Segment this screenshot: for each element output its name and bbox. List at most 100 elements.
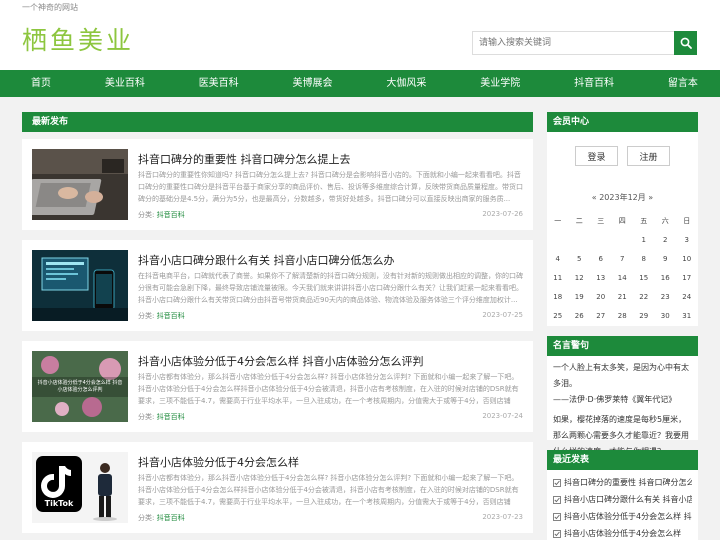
main-content: 最新发布 抖音口碑分的重要性 抖音口碑分怎么提上去 抖音口碑分的重要性你知道吗?…: [22, 112, 533, 533]
category-label: 分类:: [138, 312, 155, 320]
post-date: 2023-07-24: [482, 412, 523, 420]
recent-post-link[interactable]: 抖音小店口碑分跟什么有关 抖音小店口碑分低怎么办: [553, 491, 692, 508]
search-box: [472, 31, 697, 55]
search-button[interactable]: [674, 31, 697, 55]
post-item[interactable]: 抖音口碑分的重要性 抖音口碑分怎么提上去 抖音口碑分的重要性你知道吗? 抖音口碑…: [22, 139, 533, 230]
calendar-weekday: 日: [683, 217, 691, 225]
recent-post-title: 抖音小店体验分低于4分会怎么样: [564, 529, 682, 538]
post-excerpt: 在抖音电商平台，口碑就代表了商誉。如果你不了解清楚新的抖音口碑分规则，没有针对新…: [138, 272, 523, 304]
nav-beauty-wiki[interactable]: 美业百科: [105, 70, 145, 97]
calendar-day: 2: [663, 236, 668, 244]
checkbox-icon: [553, 529, 561, 538]
category-label: 分类:: [138, 514, 155, 522]
post-category-link[interactable]: 抖音百科: [157, 312, 185, 320]
calendar-day: 24: [682, 293, 692, 301]
recent-posts-heading: 最近发表: [547, 450, 698, 470]
post-title[interactable]: 抖音小店体验分低于4分会怎么样: [138, 454, 299, 470]
nav-douyin-wiki[interactable]: 抖音百科: [574, 70, 614, 97]
calendar-day: 10: [682, 255, 692, 263]
post-item[interactable]: 抖音小店口碑分跟什么有关 抖音小店口碑分低怎么办 在抖音电商平台，口碑就代表了商…: [22, 240, 533, 331]
post-meta: 分类: 抖音百科 2023-07-25: [138, 311, 523, 321]
calendar-weekday: 五: [640, 217, 648, 225]
post-excerpt: 抖音小店都有体验分，那么抖音小店体验分低于4分会怎么样? 抖音小店体验分怎么评判…: [138, 474, 519, 506]
post-title[interactable]: 抖音口碑分的重要性 抖音口碑分怎么提上去: [138, 151, 351, 167]
post-thumbnail-tiktok[interactable]: TikTok: [32, 452, 128, 523]
post-meta: 分类: 抖音百科 2023-07-26: [138, 210, 523, 220]
calendar-day: [612, 231, 634, 250]
post-thumbnail-monitor[interactable]: [32, 250, 128, 321]
post-meta: 分类: 抖音百科 2023-07-24: [138, 412, 523, 422]
post-thumbnail-laptop[interactable]: [32, 149, 128, 220]
nav-experts[interactable]: 大伽风采: [386, 70, 426, 97]
recent-post-link[interactable]: 抖音口碑分的重要性 抖音口碑分怎么提上去: [553, 474, 692, 491]
calendar-day: 6: [598, 255, 603, 263]
calendar-day: 15: [639, 274, 649, 282]
nav-medical-beauty-wiki[interactable]: 医美百科: [199, 70, 239, 97]
calendar-weekday: 二: [575, 217, 583, 225]
nav-guestbook[interactable]: 留言本: [668, 70, 698, 97]
recent-post-title: 抖音小店体验分低于4分会怎么样 抖音小店体验分怎么评判: [564, 512, 692, 521]
member-center-panel: 会员中心 登录 注册 « 2023年12月 » 一 二 三 四 五 六 日 1 …: [547, 112, 698, 326]
calendar-day: 22: [639, 293, 649, 301]
recent-post-title: 抖音小店口碑分跟什么有关 抖音小店口碑分低怎么办: [564, 495, 692, 504]
calendar-day: 20: [596, 293, 606, 301]
post-category-link[interactable]: 抖音百科: [157, 211, 185, 219]
calendar-day: 17: [682, 274, 692, 282]
register-button[interactable]: 注册: [627, 146, 670, 166]
calendar-day: 30: [660, 312, 670, 320]
post-title[interactable]: 抖音小店体验分低于4分会怎么样 抖音小店体验分怎么评判: [138, 353, 424, 369]
calendar-day: 1: [641, 236, 646, 244]
nav-beauty-expo[interactable]: 美博展会: [293, 70, 333, 97]
site-header: 栖鱼美业: [0, 14, 720, 70]
main-nav: 首页 美业百科 医美百科 美博展会 大伽风采 美业学院 抖音百科 留言本: [0, 70, 720, 97]
post-meta: 分类: 抖音百科 2023-07-23: [138, 513, 523, 523]
calendar-day: 23: [660, 293, 670, 301]
quotes-panel: 名言警句 一个人脸上有太多笑，是因为心中有太多泪。 ——法伊·D·佛罗莱特《翼年…: [547, 336, 698, 472]
calendar-month-title[interactable]: « 2023年12月 »: [547, 192, 698, 203]
latest-posts-heading: 最新发布: [22, 112, 533, 132]
calendar-day: 13: [596, 274, 606, 282]
post-title[interactable]: 抖音小店口碑分跟什么有关 抖音小店口碑分低怎么办: [138, 252, 395, 268]
calendar-day: 27: [596, 312, 606, 320]
calendar-day: 14: [617, 274, 627, 282]
post-item[interactable]: TikTok 抖音小店体验分低于4分会怎么样 抖音小店都有体验分，那么抖音小店体…: [22, 442, 533, 533]
nav-beauty-academy[interactable]: 美业学院: [480, 70, 520, 97]
nav-home[interactable]: 首页: [31, 70, 51, 97]
calendar-day: 11: [553, 274, 563, 282]
post-category-link[interactable]: 抖音百科: [157, 413, 185, 421]
calendar-day: 25: [553, 312, 563, 320]
calendar-week-row: 4 5 6 7 8 9 10: [547, 250, 698, 269]
calendar-day: 12: [574, 274, 584, 282]
site-logo[interactable]: 栖鱼美业: [22, 24, 134, 58]
thumbnail-caption: 抖音小店体验分低于4分会怎么样 抖音小店体验分怎么评判: [37, 380, 123, 393]
quote-line: 一个人脸上有太多笑，是因为心中有太多泪。: [553, 363, 689, 388]
calendar-day: 8: [641, 255, 646, 263]
login-button[interactable]: 登录: [575, 146, 618, 166]
search-input[interactable]: [472, 31, 674, 55]
post-thumbnail-flowers[interactable]: 抖音小店体验分低于4分会怎么样 抖音小店体验分怎么评判: [32, 351, 128, 422]
calendar-day: [590, 231, 612, 250]
post-category-link[interactable]: 抖音百科: [157, 514, 185, 522]
calendar-week-row: 25 26 27 28 29 30 31: [547, 307, 698, 326]
calendar-day: 28: [617, 312, 627, 320]
quotes-heading: 名言警句: [547, 336, 698, 356]
recent-post-link[interactable]: 抖音小店体验分低于4分会怎么样: [553, 525, 692, 540]
calendar-day: 18: [553, 293, 563, 301]
post-excerpt: 抖音口碑分的重要性你知道吗? 抖音口碑分怎么提上去? 抖音口碑分是会影响抖音小店…: [138, 171, 523, 203]
post-excerpt: 抖音小店都有体验分，那么抖音小店体验分低于4分会怎么样? 抖音小店体验分怎么评判…: [138, 373, 519, 405]
auth-buttons: 登录 注册: [547, 146, 698, 166]
thumbnail-caption: TikTok: [44, 499, 74, 508]
calendar-day: 4: [555, 255, 560, 263]
calendar-weekday: 三: [597, 217, 605, 225]
post-date: 2023-07-26: [482, 210, 523, 218]
calendar-week-row: 1 2 3: [547, 231, 698, 250]
quote-line: ——法伊·D·佛罗莱特《翼年代记》: [553, 395, 677, 404]
calendar-day: [547, 231, 569, 250]
recent-posts-panel: 最近发表 抖音口碑分的重要性 抖音口碑分怎么提上去 抖音小店口碑分跟什么有关 抖…: [547, 450, 698, 540]
recent-post-link[interactable]: 抖音小店体验分低于4分会怎么样 抖音小店体验分怎么评判: [553, 508, 692, 525]
calendar-weekday: 四: [618, 217, 626, 225]
calendar-day: [569, 231, 591, 250]
calendar-day: 7: [620, 255, 625, 263]
post-item[interactable]: 抖音小店体验分低于4分会怎么样 抖音小店体验分怎么评判 抖音小店体验分低于4分会…: [22, 341, 533, 432]
calendar-day: 16: [660, 274, 670, 282]
